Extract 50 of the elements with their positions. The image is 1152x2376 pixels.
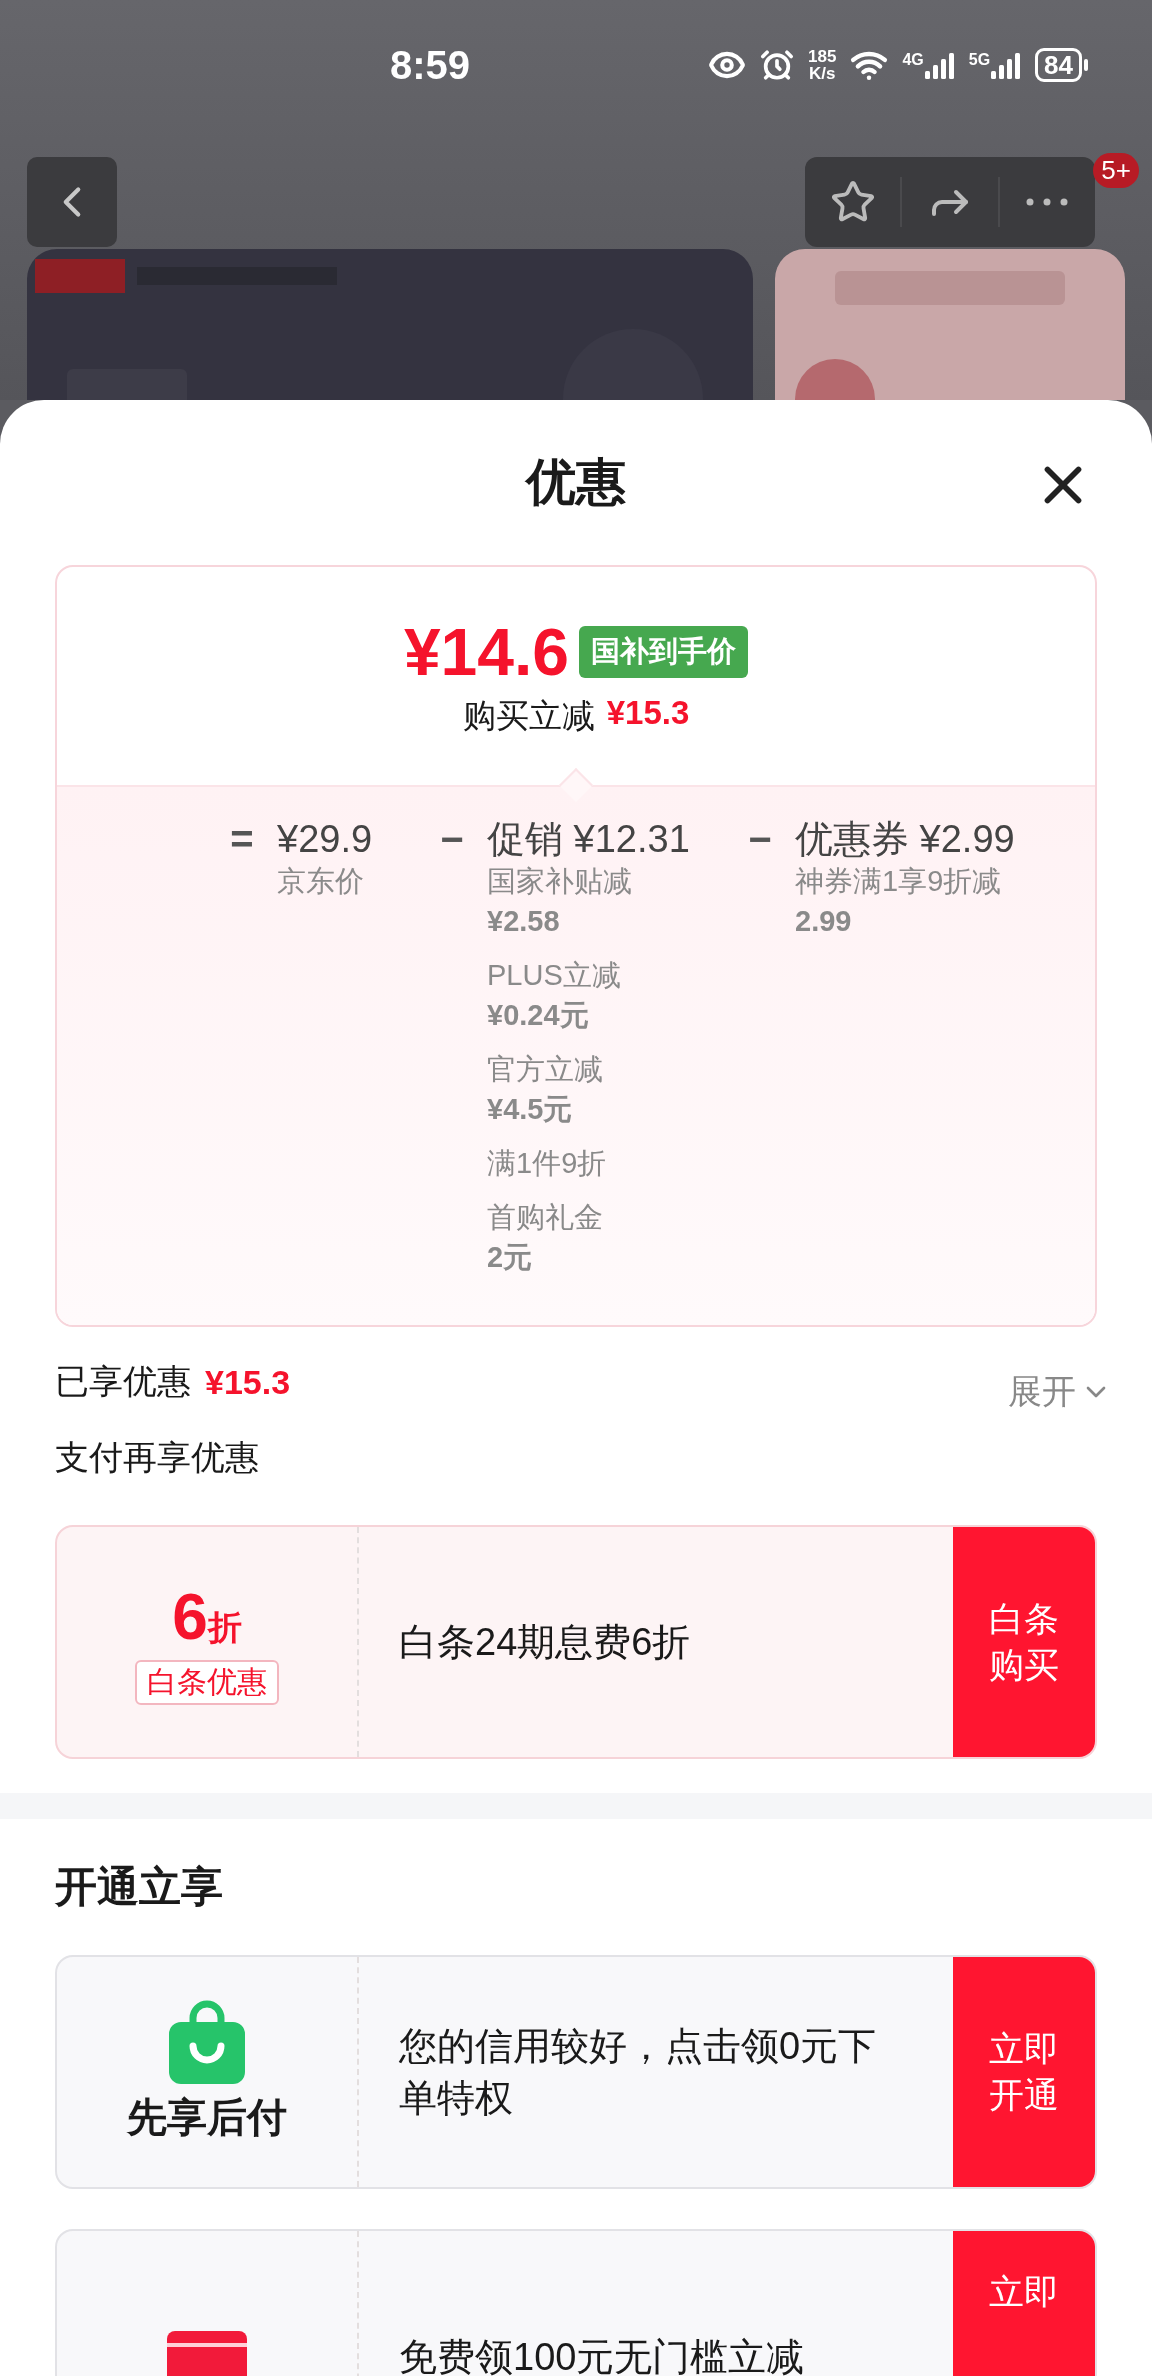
network-speed: 185 K/s (808, 48, 837, 82)
breakdown-label: 京东价 (277, 864, 365, 899)
bank-card-icon (167, 2331, 247, 2376)
alarm-icon (760, 48, 794, 82)
operator-sign: − (747, 817, 773, 863)
detail-name: 神券满1享9折减 (795, 864, 1003, 899)
signal-icon (991, 51, 1022, 79)
operator-sign: − (439, 817, 465, 863)
back-button[interactable] (27, 157, 117, 247)
enjoyed-amount: ¥15.3 (205, 1362, 291, 1402)
offer-tag: 白条优惠 (135, 1659, 279, 1705)
enjoyed-label: 已享优惠 (55, 1361, 191, 1402)
offer-label: 先享后付 (127, 2093, 287, 2141)
offer-description: 白条24期息费6折 (398, 1620, 692, 1665)
battery-level: 84 (1035, 48, 1082, 82)
detail-amount: ¥4.5元 (487, 1092, 574, 1127)
network-type: 4G (902, 51, 924, 69)
detail-name: 官方立减 (487, 1052, 604, 1087)
offer-description: 免费领100元无门槛立减 (398, 2335, 806, 2376)
detail-amount: ¥0.24元 (487, 998, 590, 1033)
status-time: 8:59 (390, 42, 472, 88)
detail-amount: ¥2.58 (487, 904, 561, 939)
section-title: 开通立享 (54, 1862, 224, 1912)
breakdown-heading: ¥29.9 (277, 817, 374, 861)
offer-action-button[interactable]: 立即 (953, 2231, 1095, 2376)
detail-name: 首购礼金 (487, 1200, 604, 1235)
detail-amount: 2.99 (795, 904, 853, 939)
notification-badge: 5+ (1093, 153, 1139, 188)
more-icon (1025, 197, 1070, 207)
breakdown-heading: 促销 ¥12.31 (487, 817, 691, 861)
discount-value: 6折 (172, 1579, 242, 1654)
detail-name: 满1件9折 (487, 1146, 608, 1181)
detail-amount: 2元 (487, 1240, 534, 1275)
detail-name: PLUS立减 (487, 958, 622, 993)
expand-button[interactable]: 展开 (1008, 1369, 1112, 1415)
price-tag: 国补到手价 (579, 625, 749, 678)
operator-sign: = (229, 817, 255, 863)
final-price: ¥14.6 (403, 613, 570, 690)
reduction-amount: ¥15.3 (606, 693, 690, 733)
signal-icon (924, 51, 955, 79)
offer-action-button[interactable]: 立即开通 (953, 1957, 1095, 2187)
detail-name: 国家补贴减 (487, 864, 633, 899)
breakdown-heading: 优惠券 ¥2.99 (795, 817, 1016, 861)
sheet-title: 优惠 (526, 453, 626, 512)
reduction-label: 购买立减 (462, 695, 595, 736)
section-title: 支付再享优惠 (54, 1437, 260, 1478)
offer-action-button[interactable]: 白条购买 (953, 1527, 1095, 1757)
shopping-bag-icon (167, 1999, 247, 2084)
offer-description: 您的信用较好，点击领0元下单特权 (398, 2024, 878, 2121)
network-type: 5G (968, 51, 991, 69)
